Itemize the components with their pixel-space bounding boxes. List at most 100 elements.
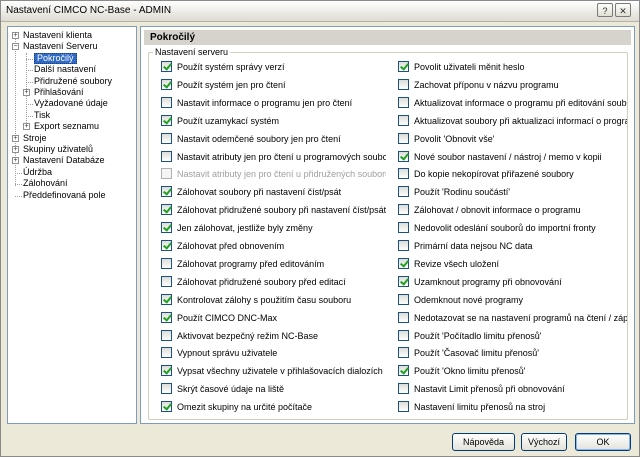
right-option[interactable]: Primární data nejsou NC data [398, 240, 627, 252]
left-option[interactable]: Zálohovat přidružené soubory při nastave… [161, 204, 386, 216]
right-option[interactable]: Použít 'Časovač limitu přenosů' [398, 347, 627, 359]
left-option[interactable]: Aktivovat bezpečný režim NC-Base [161, 329, 386, 342]
checkbox[interactable] [161, 383, 172, 395]
checkbox[interactable] [161, 150, 172, 162]
checkbox[interactable] [398, 257, 409, 269]
left-option[interactable]: Nastavit informace o programu jen pro čt… [161, 96, 386, 109]
checkbox[interactable] [161, 401, 172, 413]
right-option[interactable]: Povolit uživateli měnit heslo [398, 61, 627, 73]
right-option[interactable]: Nové soubor nastavení / nástroj / memo v… [398, 150, 627, 163]
checkbox[interactable] [398, 347, 409, 359]
checkbox[interactable] [161, 186, 172, 198]
left-option[interactable]: Zálohovat programy před editováním [161, 257, 386, 270]
checkbox[interactable] [398, 401, 409, 413]
left-option[interactable]: Zálohovat přidružené soubory před editac… [161, 275, 386, 288]
left-option[interactable]: Kontrolovat zálohy s použitím času soubo… [161, 293, 386, 306]
checkbox[interactable] [398, 114, 409, 126]
checkbox[interactable] [398, 311, 409, 323]
help-icon[interactable]: ? [597, 3, 613, 17]
expand-icon[interactable]: + [12, 157, 19, 165]
checkbox[interactable] [161, 114, 172, 126]
help-button[interactable]: Nápověda [452, 433, 515, 451]
checkbox[interactable] [398, 204, 409, 216]
left-option[interactable]: Použít systém správy verzí [161, 61, 386, 73]
right-option[interactable]: Aktualizovat soubory při aktualizaci inf… [398, 114, 627, 127]
left-option[interactable]: Jen zálohovat, jestliže byly změny [161, 222, 386, 234]
right-option[interactable]: Povolit 'Obnovit vše' [398, 132, 627, 145]
left-option[interactable]: Nastavit odemčené soubory jen pro čtení [161, 132, 386, 145]
checkbox[interactable] [398, 168, 409, 180]
left-option[interactable]: Vypnout správu uživatele [161, 347, 386, 359]
right-option[interactable]: Odemknout nové programy [398, 293, 627, 306]
settings-window: Nastavení CIMCO NC-Base - ADMIN ? ✕ + Nas… [0, 0, 640, 457]
left-option[interactable]: Nastavit atributy jen pro čtení u progra… [161, 150, 386, 163]
expand-icon[interactable]: + [23, 89, 30, 96]
checkbox[interactable] [161, 257, 172, 269]
checkbox-label: Použít systém správy verzí [177, 62, 285, 72]
defaults-button[interactable]: Výchozí [521, 433, 567, 451]
checkbox[interactable] [398, 275, 409, 287]
panel-heading-bar: Pokročilý [144, 30, 631, 45]
left-option[interactable]: Použít systém jen pro čtení [161, 78, 386, 91]
ok-button[interactable]: OK [575, 433, 631, 451]
checkbox[interactable] [398, 222, 409, 234]
checkbox[interactable] [398, 293, 409, 305]
checkbox[interactable] [161, 311, 172, 323]
right-option[interactable]: Nastavit Limit přenosů při obnovování [398, 383, 627, 395]
checkbox[interactable] [398, 96, 409, 108]
title-bar[interactable]: Nastavení CIMCO NC-Base - ADMIN ? ✕ [1, 1, 639, 22]
checkbox[interactable] [398, 329, 409, 341]
checkbox[interactable] [161, 222, 172, 234]
checkbox[interactable] [398, 365, 409, 377]
expand-icon[interactable]: + [23, 123, 30, 131]
left-option[interactable]: Skrýt časové údaje na liště [161, 383, 386, 395]
right-option[interactable]: Použít 'Okno limitu přenosů' [398, 365, 627, 377]
checkbox[interactable] [161, 61, 172, 72]
right-option[interactable]: Nedotazovat se na nastavení programů na … [398, 311, 627, 324]
right-option[interactable]: Revize všech uložení [398, 257, 627, 270]
checkbox[interactable] [161, 96, 172, 108]
checkbox[interactable] [161, 204, 172, 216]
checkbox[interactable] [398, 240, 409, 251]
right-option[interactable]: Použít 'Rodinu součástí' [398, 186, 627, 198]
left-option[interactable]: Vypsat všechny uživatele v přihlašovacíc… [161, 365, 386, 377]
left-option[interactable]: Omezit skupiny na určité počítače [161, 401, 386, 413]
expand-icon[interactable]: + [12, 134, 19, 142]
checkbox[interactable] [398, 132, 409, 144]
checkbox[interactable] [398, 150, 409, 162]
right-option[interactable]: Zachovat příponu v názvu programu [398, 78, 627, 91]
checkbox[interactable] [161, 347, 172, 359]
checkbox[interactable] [161, 168, 172, 180]
right-option[interactable]: Použít 'Počítadlo limitu přenosů' [398, 329, 627, 342]
left-option[interactable]: Zálohovat před obnovením [161, 240, 386, 252]
left-option[interactable]: Použít CIMCO DNC-Max [161, 311, 386, 324]
checkbox[interactable] [161, 132, 172, 144]
checkbox[interactable] [398, 383, 409, 395]
checkbox[interactable] [161, 293, 172, 305]
right-option[interactable]: Do kopie nekopírovat přiřazené soubory [398, 168, 627, 180]
checkbox[interactable] [161, 275, 172, 287]
left-option[interactable]: Použít uzamykací systém [161, 114, 386, 127]
tree-item-label: Pokročilý [34, 52, 77, 64]
left-option[interactable]: Nastavit atributy jen pro čtení u přidru… [161, 168, 386, 180]
checkbox-label: Použít 'Okno limitu přenosů' [414, 366, 526, 377]
right-option[interactable]: Zálohovat / obnovit informace o programu [398, 204, 627, 216]
collapse-icon[interactable]: − [12, 43, 19, 51]
close-icon[interactable]: ✕ [615, 3, 631, 17]
checkbox[interactable] [161, 365, 172, 377]
right-option[interactable]: Uzamknout programy při obnovování [398, 275, 627, 288]
checkbox[interactable] [161, 78, 172, 90]
expand-icon[interactable]: + [12, 146, 19, 153]
left-option[interactable]: Zálohovat soubory při nastavení číst/psá… [161, 186, 386, 198]
right-option[interactable]: Nastavení limitu přenosů na stroj [398, 401, 627, 413]
right-option[interactable]: Nedovolit odeslání souborů do importní f… [398, 222, 627, 234]
checkbox[interactable] [398, 78, 409, 90]
settings-tree[interactable]: + Nastavení klienta − Nastavení Serveru Pokr… [7, 26, 137, 424]
checkbox-label: Nastavit Limit přenosů při obnovování [414, 384, 565, 395]
checkbox[interactable] [398, 186, 409, 198]
right-option[interactable]: Aktualizovat informace o programu při ed… [398, 96, 627, 109]
checkbox[interactable] [161, 329, 172, 341]
checkbox[interactable] [398, 61, 409, 72]
expand-icon[interactable]: + [12, 32, 19, 39]
checkbox[interactable] [161, 240, 172, 251]
